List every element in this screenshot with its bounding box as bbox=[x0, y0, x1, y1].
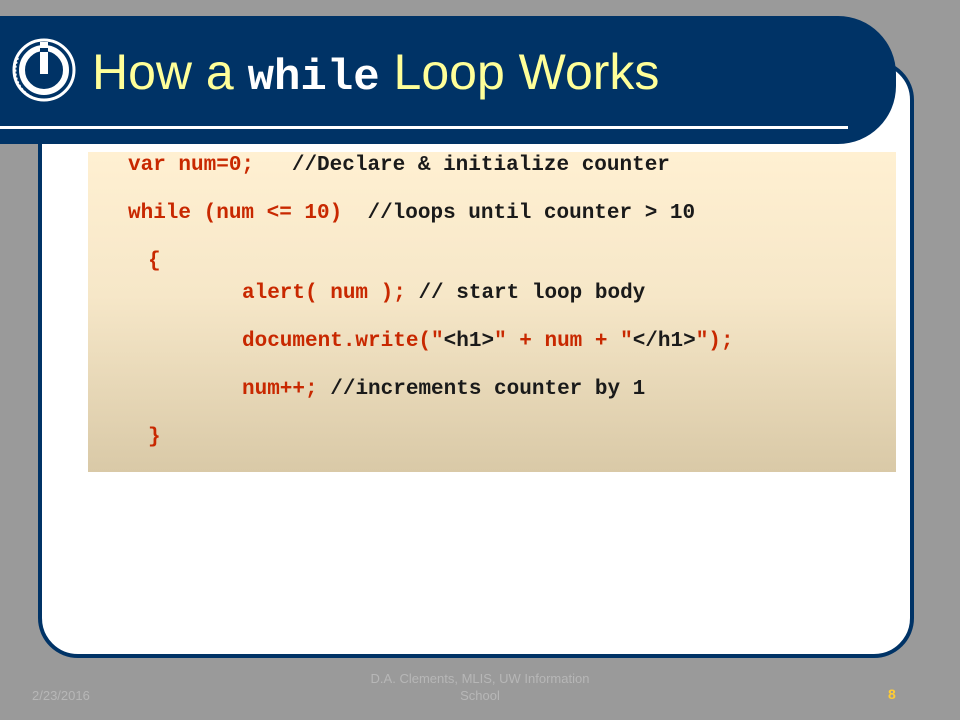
footer-author-line-1: D.A. Clements, MLIS, UW Information bbox=[370, 671, 590, 686]
code-line-2-code: while (num <= 10) bbox=[128, 202, 343, 225]
code-line-6-comment: //increments counter by 1 bbox=[330, 378, 646, 401]
code-line-4-code: alert( num ); bbox=[242, 282, 406, 305]
code-line-6: num++; //increments counter by 1 bbox=[242, 377, 645, 403]
code-line-2: while (num <= 10) //loops until counter … bbox=[128, 201, 695, 227]
title-underline bbox=[0, 126, 848, 129]
information-school-logo-icon bbox=[12, 38, 76, 102]
code-line-6-code: num++; bbox=[242, 378, 318, 401]
code-line-5-c: " + num + " bbox=[494, 330, 633, 353]
code-line-5-e: "); bbox=[695, 330, 734, 353]
title-prefix: How a bbox=[92, 44, 248, 100]
code-line-2-comment: //loops until counter > 10 bbox=[367, 202, 696, 225]
code-line-5-b: <h1> bbox=[443, 330, 495, 353]
code-line-5-d: </h1> bbox=[632, 330, 696, 353]
title-suffix: Loop Works bbox=[379, 44, 660, 100]
code-line-5: document.write("<h1>" + num + "</h1>"); bbox=[242, 329, 734, 355]
code-line-5-a: document.write(" bbox=[242, 330, 444, 353]
code-block: var num=0; //Declare & initialize counte… bbox=[88, 152, 896, 472]
title-keyword: while bbox=[247, 53, 380, 103]
code-line-4-comment: // start loop body bbox=[418, 282, 646, 305]
footer-author-line-2: School bbox=[460, 688, 500, 703]
footer-date: 2/23/2016 bbox=[32, 688, 90, 703]
code-line-1: var num=0; //Declare & initialize counte… bbox=[128, 153, 670, 179]
code-line-1-comment: //Declare & initialize counter bbox=[291, 154, 670, 177]
page-number: 8 bbox=[888, 686, 896, 702]
code-line-7: } bbox=[148, 426, 161, 449]
code-line-3: { bbox=[148, 250, 161, 273]
code-line-1-code: var num=0; bbox=[128, 154, 255, 177]
code-line-4: alert( num ); // start loop body bbox=[242, 281, 645, 307]
slide-title: How a while Loop Works bbox=[92, 38, 659, 108]
footer-author: D.A. Clements, MLIS, UW Information Schoo… bbox=[330, 670, 630, 704]
